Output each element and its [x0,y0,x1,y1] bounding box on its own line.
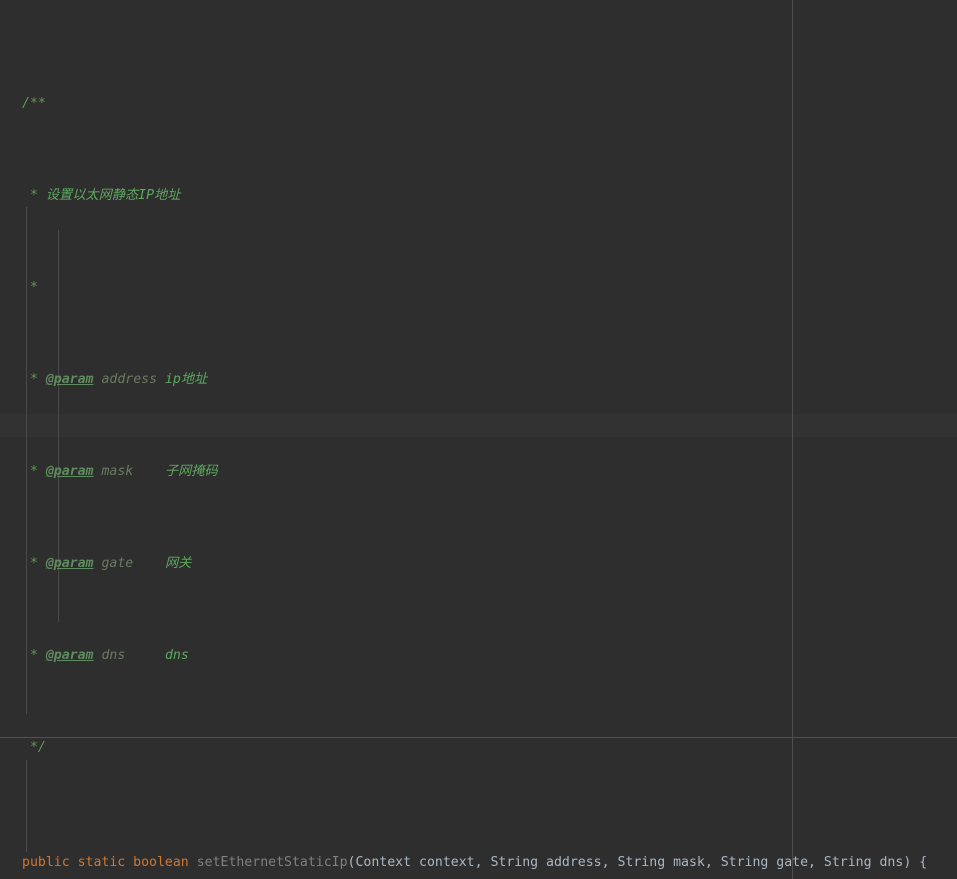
javadoc-asterisk-blank: * [29,280,38,295]
code-line-javadoc-close: */ [0,736,957,759]
javadoc-param-tag: @param [45,464,94,479]
javadoc-param-desc: ip地址 [164,372,208,387]
javadoc-param-gap-2 [133,556,165,571]
code-line-method-one-signature: public static boolean setEthernetStaticI… [0,851,957,874]
method-one-modifiers: public static boolean [22,855,189,870]
javadoc-asterisk-p3: * [29,648,38,663]
javadoc-param-desc: dns [164,648,189,663]
javadoc-param-name: mask [101,464,134,479]
javadoc-open-token: /** [22,96,46,111]
javadoc-param-name: dns [101,648,126,663]
javadoc-param-gap-1 [133,464,165,479]
code-line-javadoc-open: /** [0,92,957,115]
code-line-javadoc-param-gate: * @param gate 网关 [0,552,957,575]
javadoc-asterisk-p1: * [29,464,38,479]
javadoc-param-desc: 子网掩码 [164,464,218,479]
javadoc-param-name: address [101,372,158,387]
method-one-name: setEthernetStaticIp [196,855,348,870]
code-line-javadoc-blank: * [0,276,957,299]
code-line-javadoc-param-mask: * @param mask 子网掩码 [0,460,957,483]
javadoc-param-tag: @param [45,648,94,663]
javadoc-summary-text: 设置以太网静态IP地址 [45,188,181,203]
code-lines: /** * 设置以太网静态IP地址 * * @param address ip地… [0,0,957,879]
javadoc-asterisk: * [29,188,38,203]
code-editor[interactable]: /** * 设置以太网静态IP地址 * * @param address ip地… [0,0,957,879]
javadoc-close-token: */ [29,740,46,755]
code-line-javadoc-param-dns: * @param dns dns [0,644,957,667]
javadoc-asterisk-p0: * [29,372,38,387]
javadoc-param-tag: @param [45,372,94,387]
javadoc-param-name: gate [101,556,134,571]
javadoc-param-gap-3 [125,648,165,663]
javadoc-param-desc: 网关 [164,556,192,571]
javadoc-param-gap-0 [157,372,165,387]
method-one-params: (Context context, String address, String… [347,855,928,870]
javadoc-param-tag: @param [45,556,94,571]
code-line-javadoc-summary: * 设置以太网静态IP地址 [0,184,957,207]
code-line-javadoc-param-address: * @param address ip地址 [0,368,957,391]
javadoc-asterisk-p2: * [29,556,38,571]
